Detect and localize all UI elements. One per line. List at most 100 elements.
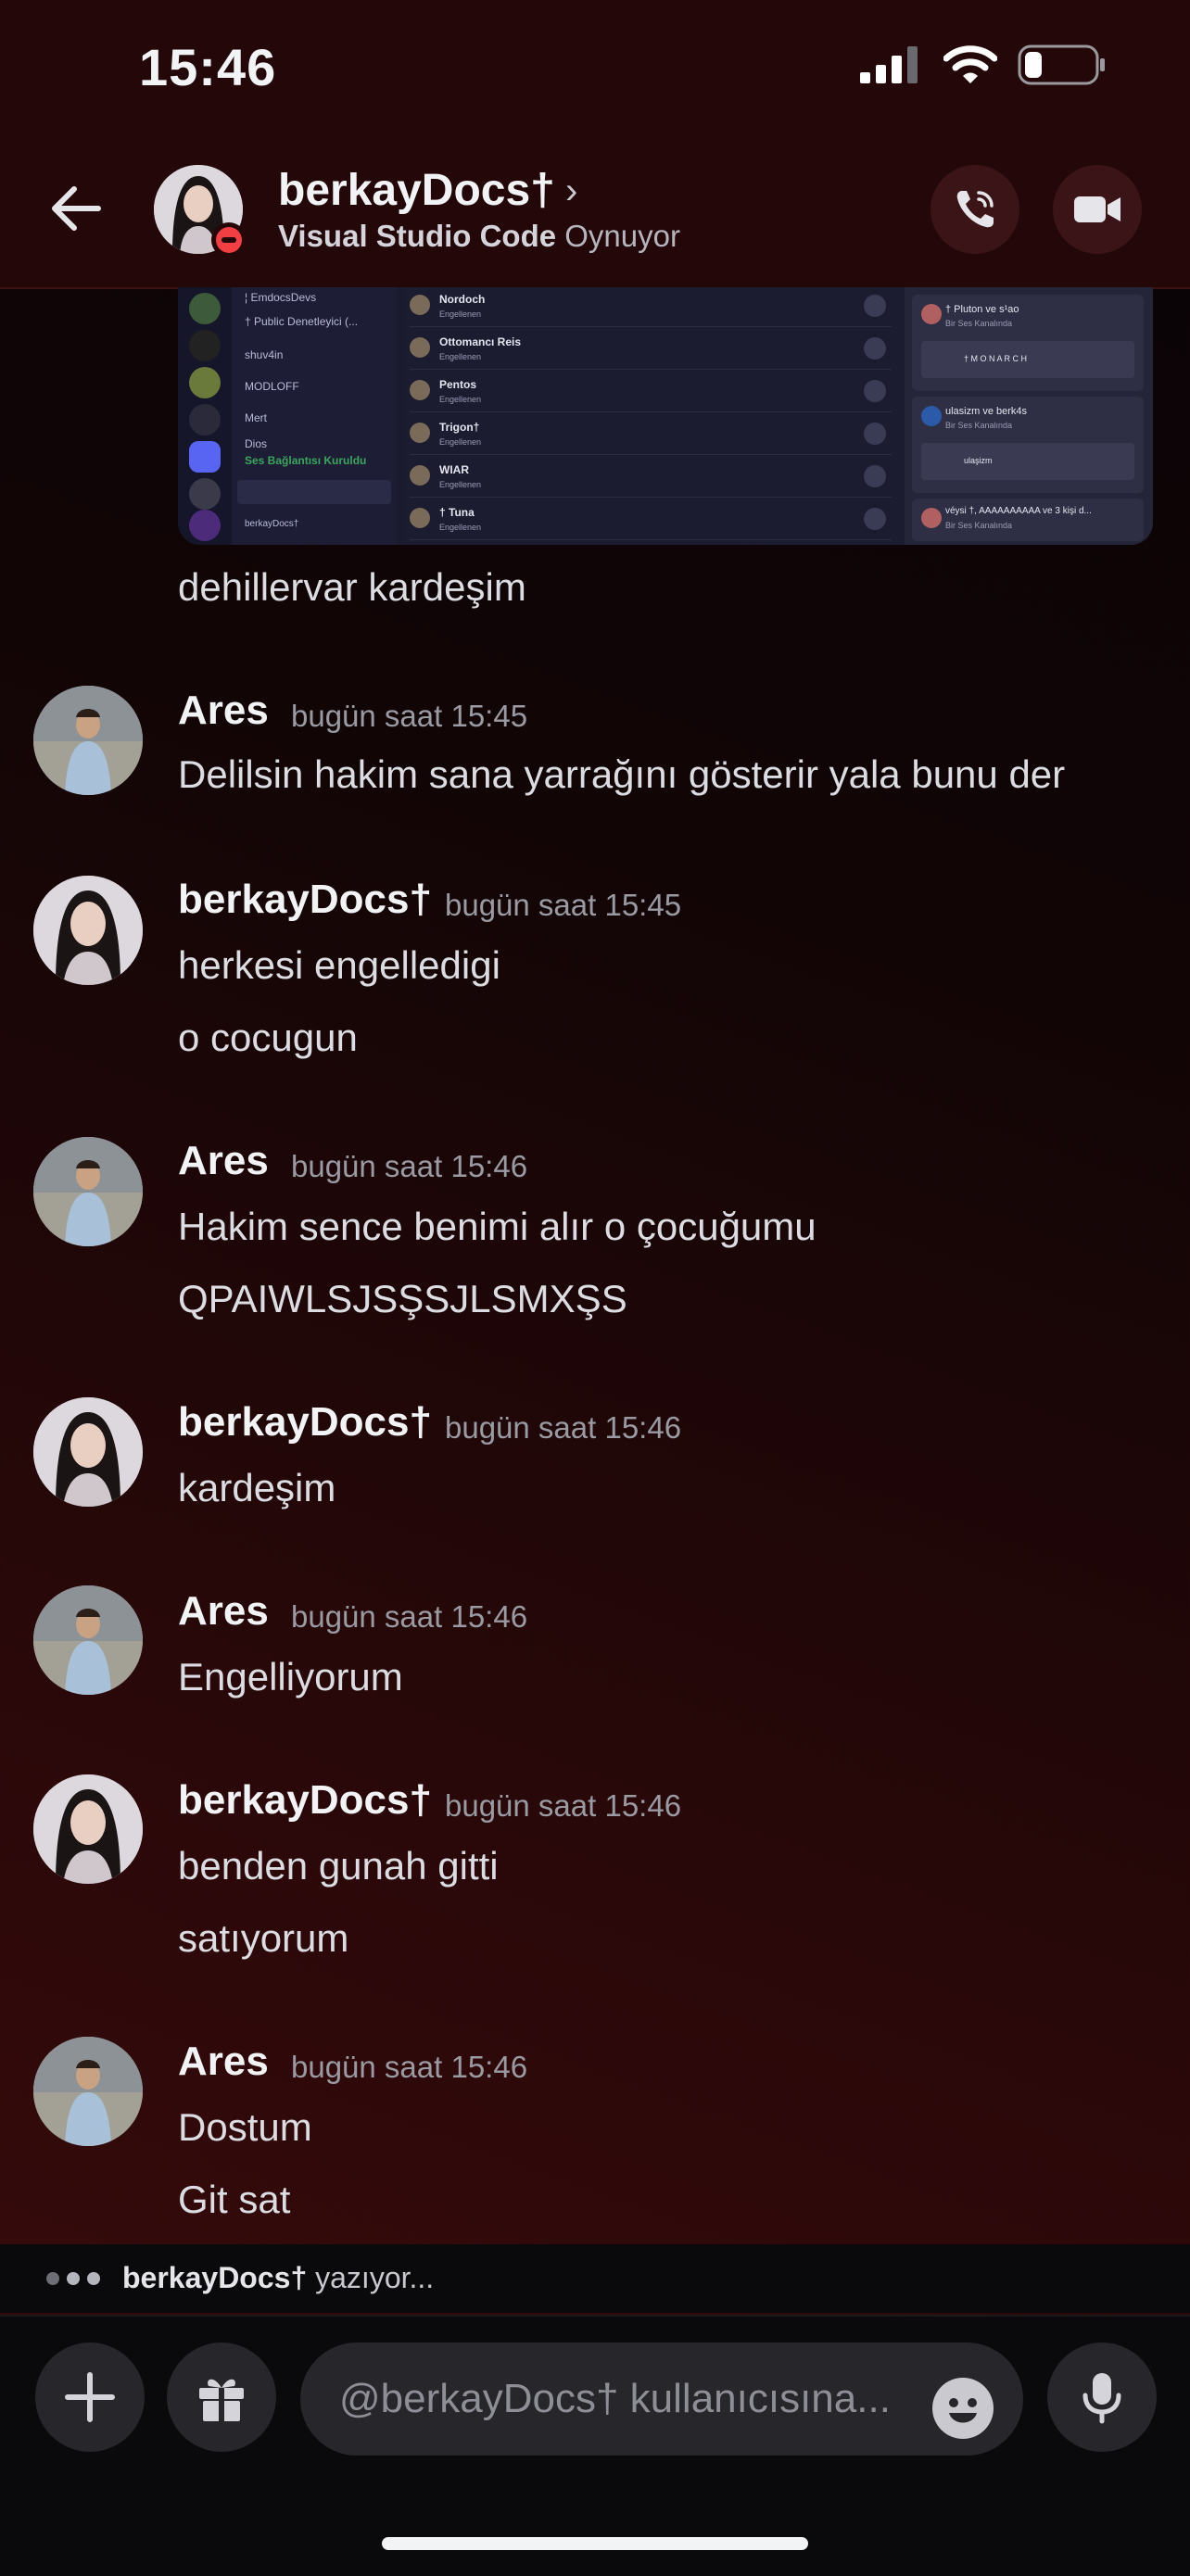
typing-indicator: berkayDocs† yazıyor... <box>0 2244 1190 2313</box>
message-timestamp: bugün saat 15:46 <box>291 1599 528 1634</box>
server-icon <box>189 510 221 541</box>
home-indicator[interactable] <box>382 2537 808 2550</box>
user-avatar-image <box>33 1137 143 1246</box>
message-text: benden gunah gitti <box>178 1844 499 1888</box>
voice-connected-label: Ses Bağlantısı Kuruldu <box>245 454 367 467</box>
channel-item: ¦ EmdocsDevs <box>245 291 317 304</box>
blocked-row: Nordoch Engellenen <box>410 287 892 327</box>
avatar[interactable] <box>33 1397 143 1507</box>
phone-icon <box>956 191 994 228</box>
message-text: kardeşim <box>178 1466 336 1509</box>
emoji-icon <box>934 2380 992 2437</box>
active-card: ulasizm ve berk4s Bir Ses Kanalında ulaş… <box>912 397 1144 493</box>
message-timestamp: bugün saat 15:46 <box>445 1410 682 1445</box>
message-text: Hakim sence benimi alır o çocuğumu <box>178 1205 817 1248</box>
server-icon <box>189 404 221 436</box>
message-text: dehillervar kardeşim <box>178 565 526 609</box>
message-text: satıyorum <box>178 1916 349 1960</box>
blocked-row: Trigon† Engellenen <box>410 415 892 455</box>
channel-item: † Public Denetleyici (... <box>245 315 359 328</box>
gift-icon <box>199 2379 244 2421</box>
active-now-panel: † Pluton ve s¹ao Bir Ses Kanalında † M O… <box>905 287 1153 545</box>
server-icon <box>189 441 221 473</box>
user-avatar-image <box>33 1397 143 1507</box>
channel-item: MODLOFF <box>245 380 299 393</box>
battery-icon <box>1018 44 1105 85</box>
channel-item: shuv4in <box>245 348 284 361</box>
avatar[interactable] <box>33 1585 143 1695</box>
back-button[interactable] <box>44 176 109 241</box>
typing-user: berkayDocs† <box>122 2261 308 2294</box>
activity-app: Visual Studio Code <box>278 219 557 253</box>
message-timestamp: bugün saat 15:46 <box>291 2050 528 2084</box>
voice-controls <box>237 480 391 504</box>
server-list <box>178 287 232 545</box>
active-card: véysi †, AAAAAAAAAA ve 3 kişi d... Bir S… <box>912 499 1144 541</box>
message-text: Engelliyorum <box>178 1655 403 1698</box>
user-avatar-image <box>33 686 143 795</box>
video-call-button[interactable] <box>1053 165 1142 254</box>
message-text: QPAIWLSJSŞSJLSMXŞS <box>178 1277 627 1320</box>
typing-text: berkayDocs† yazıyor... <box>122 2261 434 2295</box>
message-timestamp: bugün saat 15:46 <box>445 1788 682 1823</box>
microphone-icon <box>1082 2373 1121 2424</box>
blocked-row: Ottomancı Reis Engellenen <box>410 330 892 370</box>
signal-icon <box>860 46 918 83</box>
server-icon <box>189 367 221 398</box>
status-icons <box>858 44 1107 85</box>
chevron-right-icon[interactable]: › <box>565 170 577 212</box>
message-text: o cocugun <box>178 1016 358 1059</box>
channel-item: Dios <box>245 437 268 450</box>
message-author[interactable]: Ares <box>178 1588 269 1635</box>
avatar[interactable] <box>33 1137 143 1246</box>
message-text: Dostum <box>178 2105 312 2149</box>
avatar[interactable] <box>33 876 143 985</box>
typing-dots-icon <box>46 2272 100 2285</box>
user-avatar-image <box>33 876 143 985</box>
message-text: herkesi engelledigi <box>178 943 500 987</box>
header-username[interactable]: berkayDocs† <box>278 165 555 216</box>
server-icon <box>189 293 221 324</box>
add-attachment-button[interactable] <box>35 2342 145 2452</box>
voice-message-button[interactable] <box>1047 2342 1157 2452</box>
active-card: † Pluton ve s¹ao Bir Ses Kanalında † M O… <box>912 295 1144 391</box>
message-author[interactable]: berkayDocs† <box>178 877 432 923</box>
message-text: Git sat <box>178 2178 291 2221</box>
server-icon <box>189 478 221 510</box>
gift-button[interactable] <box>167 2342 276 2452</box>
emoji-button[interactable] <box>932 2378 994 2439</box>
message-input[interactable] <box>300 2342 1023 2456</box>
self-username: berkayDocs† <box>245 519 299 529</box>
dnd-status-icon <box>211 222 247 258</box>
channel-item: Mert <box>245 411 267 424</box>
message-author[interactable]: berkayDocs† <box>178 1399 432 1446</box>
message-text: Delilsin hakim sana yarrağını gösterir y… <box>178 752 1066 796</box>
image-attachment[interactable]: ¦ EmdocsDevs † Public Denetleyici (... s… <box>178 287 1153 545</box>
message-author[interactable]: Ares <box>178 688 269 734</box>
message-author[interactable]: berkayDocs† <box>178 1777 432 1824</box>
blocked-row: Pentos Engellenen <box>410 373 892 412</box>
chat-header: berkayDocs† › Visual Studio Code Oynuyor <box>0 158 1190 259</box>
plus-icon <box>65 2372 115 2422</box>
video-camera-icon <box>1074 196 1120 222</box>
typing-suffix: yazıyor... <box>315 2261 435 2294</box>
avatar[interactable] <box>33 686 143 795</box>
voice-call-button[interactable] <box>930 165 1019 254</box>
message-timestamp: bugün saat 15:46 <box>291 1149 528 1183</box>
user-avatar-image <box>33 1774 143 1884</box>
message-author[interactable]: Ares <box>178 1138 269 1184</box>
message-author[interactable]: Ares <box>178 2039 269 2085</box>
message-timestamp: bugün saat 15:45 <box>291 699 528 733</box>
status-time: 15:46 <box>139 38 277 96</box>
activity-verb: Oynuyor <box>564 219 680 253</box>
avatar[interactable] <box>33 2037 143 2146</box>
blocked-row: WIAR Engellenen <box>410 458 892 498</box>
arrow-left-icon <box>52 186 101 231</box>
wifi-icon <box>943 45 997 83</box>
avatar[interactable] <box>33 1774 143 1884</box>
user-avatar-image <box>33 2037 143 2146</box>
header-activity: Visual Studio Code Oynuyor <box>278 219 680 254</box>
message-timestamp: bugün saat 15:45 <box>445 888 682 922</box>
server-icon <box>189 330 221 361</box>
top-bar: 15:46 berkayDocs† › Visual Studio Code O… <box>0 0 1190 289</box>
